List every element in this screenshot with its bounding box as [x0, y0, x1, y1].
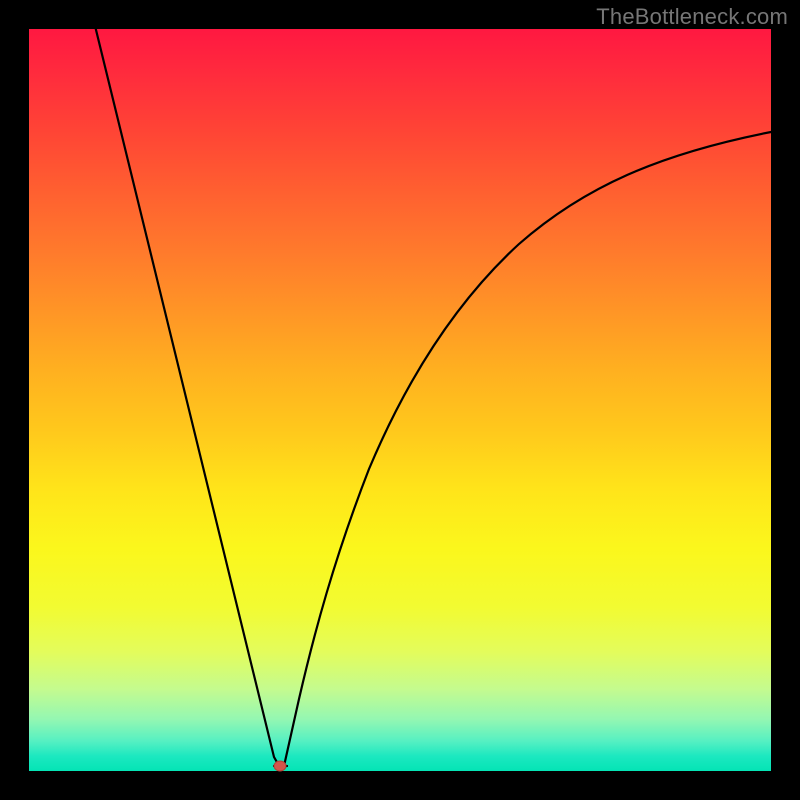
curve-left-branch: [86, 0, 282, 766]
watermark-text: TheBottleneck.com: [596, 4, 788, 30]
minimum-marker-dot: [274, 761, 286, 771]
plot-area: [29, 29, 771, 771]
bottleneck-curve: [29, 29, 771, 771]
curve-right-branch: [284, 132, 771, 766]
chart-frame: TheBottleneck.com: [0, 0, 800, 800]
